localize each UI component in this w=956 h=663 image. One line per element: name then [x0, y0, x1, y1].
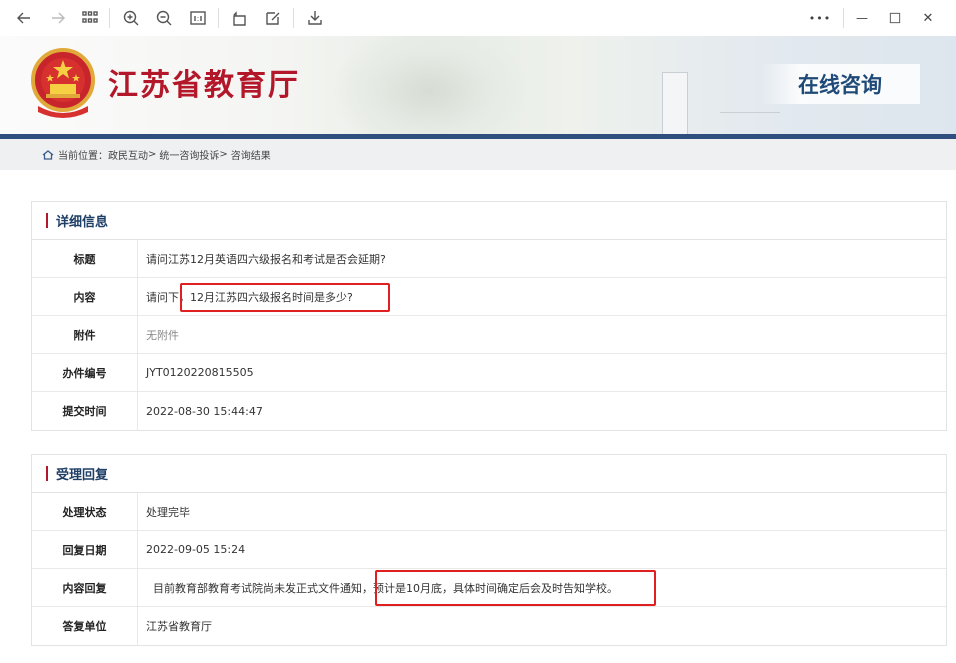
row-label: 内容 — [32, 278, 138, 315]
row-label: 附件 — [32, 316, 138, 353]
more-options-icon[interactable]: ••• — [808, 6, 832, 30]
detail-row-content: 内容 请问下，12月江苏四六级报名时间是多少? — [32, 278, 946, 316]
detail-row-attachment: 附件 无附件 — [32, 316, 946, 354]
grid-view-icon[interactable] — [78, 6, 102, 30]
row-value: JYT0120220815505 — [146, 366, 254, 379]
toolbar-divider — [218, 8, 219, 28]
detail-row-submit-time: 提交时间 2022-08-30 15:44:47 — [32, 392, 946, 430]
row-value: 请问下，12月江苏四六级报名时间是多少? — [146, 290, 353, 304]
reply-row-date: 回复日期 2022-09-05 15:24 — [32, 531, 946, 569]
row-label: 回复日期 — [32, 531, 138, 568]
site-title: 江苏省教育厅 — [108, 68, 300, 103]
row-value: 请问江苏12月英语四六级报名和考试是否会延期? — [146, 252, 386, 266]
banner-building-decoration — [720, 112, 780, 136]
reply-row-unit: 答复单位 江苏省教育厅 — [32, 607, 946, 645]
minimize-icon[interactable]: — — [850, 6, 874, 30]
section-title: 在线咨询 — [760, 64, 920, 104]
toolbar-divider — [843, 8, 844, 28]
row-value: 处理完毕 — [146, 505, 190, 519]
banner-flower-decoration — [330, 36, 530, 136]
zoom-in-icon[interactable] — [119, 6, 143, 30]
details-heading-text: 详细信息 — [56, 215, 109, 230]
heading-accent-bar — [46, 466, 48, 481]
reply-heading: 受理回复 — [32, 455, 946, 493]
breadcrumb-item: 咨询结果 — [230, 151, 271, 162]
row-label: 答复单位 — [32, 607, 138, 645]
edit-icon[interactable] — [261, 6, 285, 30]
actual-size-icon[interactable] — [186, 6, 210, 30]
toolbar-divider — [293, 8, 294, 28]
forward-icon[interactable] — [46, 6, 70, 30]
reply-row-status: 处理状态 处理完毕 — [32, 493, 946, 531]
row-value: 2022-09-05 15:24 — [146, 543, 246, 556]
close-icon[interactable]: ✕ — [916, 6, 940, 30]
details-heading: 详细信息 — [32, 202, 946, 240]
row-label: 办件编号 — [32, 354, 138, 391]
detail-row-case-number: 办件编号 JYT0120220815505 — [32, 354, 946, 392]
breadcrumb-item[interactable]: 政民互动 — [108, 147, 148, 162]
toolbar-divider — [109, 8, 110, 28]
details-panel: 详细信息 标题 请问江苏12月英语四六级报名和考试是否会延期? 内容 请问下，1… — [31, 201, 947, 431]
heading-accent-bar — [46, 213, 48, 228]
zoom-out-icon[interactable] — [152, 6, 176, 30]
row-value: 目前教育部教育考试院尚未发正式文件通知，预计是10月底，具体时间确定后会及时告知… — [146, 581, 618, 595]
breadcrumb-separator: > — [219, 149, 228, 160]
back-icon[interactable] — [12, 6, 36, 30]
breadcrumb-item[interactable]: 统一咨询投诉 — [159, 147, 219, 162]
row-value: 2022-08-30 15:44:47 — [146, 404, 263, 418]
home-icon — [42, 149, 54, 160]
row-label: 内容回复 — [32, 569, 138, 606]
row-value: 江苏省教育厅 — [146, 620, 212, 633]
breadcrumb-prefix: 当前位置： — [58, 151, 108, 162]
viewer-toolbar: ••• — ✕ — [0, 0, 956, 36]
row-label: 处理状态 — [32, 493, 138, 530]
row-label: 提交时间 — [32, 392, 138, 430]
breadcrumb: 当前位置： 政民互动 > 统一咨询投诉 > 咨询结果 — [0, 139, 956, 170]
reply-panel: 受理回复 处理状态 处理完毕 回复日期 2022-09-05 15:24 内容回… — [31, 454, 947, 646]
breadcrumb-separator: > — [148, 149, 157, 160]
reply-heading-text: 受理回复 — [56, 468, 109, 483]
maximize-icon[interactable] — [883, 6, 907, 30]
national-emblem-icon — [31, 48, 95, 118]
row-label: 标题 — [32, 240, 138, 277]
site-banner: 江苏省教育厅 在线咨询 — [0, 36, 956, 136]
rotate-icon[interactable] — [228, 6, 252, 30]
reply-row-content: 内容回复 目前教育部教育考试院尚未发正式文件通知，预计是10月底，具体时间确定后… — [32, 569, 946, 607]
detail-row-title: 标题 请问江苏12月英语四六级报名和考试是否会延期? — [32, 240, 946, 278]
row-value: 无附件 — [146, 328, 179, 342]
download-icon[interactable] — [303, 6, 327, 30]
banner-building-decoration — [662, 72, 688, 136]
